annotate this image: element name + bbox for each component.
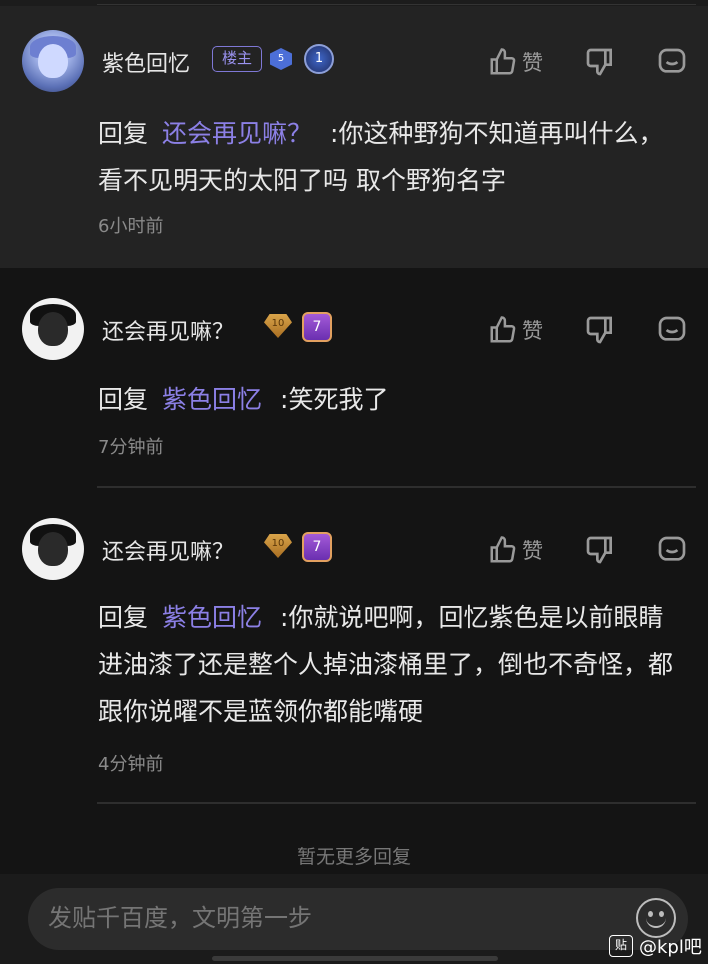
tieba-logo-icon: 贴	[609, 935, 633, 957]
comment-text: 回复 紫色回忆 :笑死我了	[98, 376, 686, 423]
reply-prefix: 回复	[98, 119, 149, 148]
chat-bubble-icon	[658, 316, 686, 341]
mention-link[interactable]: 还会再见嘛？	[162, 119, 312, 148]
mention-link[interactable]: 紫色回忆	[162, 603, 262, 632]
comment-item: 还会再见嘛？ 10 7 赞 回复 紫色回忆:你就说吧啊，回忆紫色是以前眼睛进油漆了…	[0, 488, 708, 804]
chat-bubble-icon	[658, 536, 686, 561]
divider	[97, 4, 696, 5]
comment-input-container[interactable]	[28, 888, 688, 950]
reply-button[interactable]	[656, 534, 688, 566]
comment-body: :笑死我了	[280, 385, 389, 414]
comment-item: 还会再见嘛？ 10 7 赞 回复 紫色回忆:笑死我了 7分钟前	[0, 268, 708, 488]
thumbs-down-icon	[586, 316, 612, 344]
emoji-mouth	[646, 917, 666, 928]
thumbs-up-icon	[490, 536, 516, 563]
thumbs-down-icon	[586, 536, 612, 564]
timestamp: 7分钟前	[98, 437, 164, 458]
reply-button[interactable]	[656, 314, 688, 346]
no-more-replies-text: 暂无更多回复	[296, 846, 411, 868]
chat-bubble-icon	[658, 48, 686, 73]
like-button[interactable]: 赞	[488, 532, 543, 568]
like-label: 赞	[522, 319, 543, 343]
like-button[interactable]: 赞	[488, 312, 543, 348]
reply-button[interactable]	[656, 46, 688, 78]
dislike-button[interactable]	[584, 534, 616, 566]
bottom-input-bar	[0, 874, 708, 964]
thumbs-up-icon	[490, 48, 516, 75]
like-label: 赞	[522, 539, 543, 563]
dislike-button[interactable]	[584, 46, 616, 78]
like-button[interactable]: 赞	[488, 44, 543, 80]
comment-actions: 赞	[0, 310, 708, 350]
home-indicator	[212, 956, 498, 961]
divider	[97, 802, 696, 804]
comment-actions: 赞	[0, 530, 708, 570]
dislike-button[interactable]	[584, 314, 616, 346]
thumbs-up-icon	[490, 316, 516, 343]
thumbs-down-icon	[586, 48, 612, 76]
comment-text: 回复 还会再见嘛？:你这种野狗不知道再叫什么，看不见明天的太阳了吗 取个野狗名字	[98, 110, 686, 204]
comment-text: 回复 紫色回忆:你就说吧啊，回忆紫色是以前眼睛进油漆了还是整个人掉油漆桶里了，倒也…	[98, 594, 686, 735]
mention-link[interactable]: 紫色回忆	[162, 385, 262, 414]
like-label: 赞	[522, 51, 543, 75]
comment-item: 紫色回忆 楼主 5 1 赞 回复 还会再见嘛？:你这种野狗不知道再叫什么，看不见明…	[0, 6, 708, 268]
timestamp: 4分钟前	[98, 754, 164, 775]
emoji-icon[interactable]	[636, 898, 676, 938]
timestamp: 6小时前	[98, 216, 164, 237]
watermark-text: @kpl吧	[639, 937, 702, 958]
comment-input[interactable]	[48, 904, 608, 932]
comment-actions: 赞	[0, 42, 708, 82]
reply-prefix: 回复	[98, 603, 149, 632]
reply-prefix: 回复	[98, 385, 149, 414]
watermark: 贴 @kpl吧	[609, 933, 702, 959]
